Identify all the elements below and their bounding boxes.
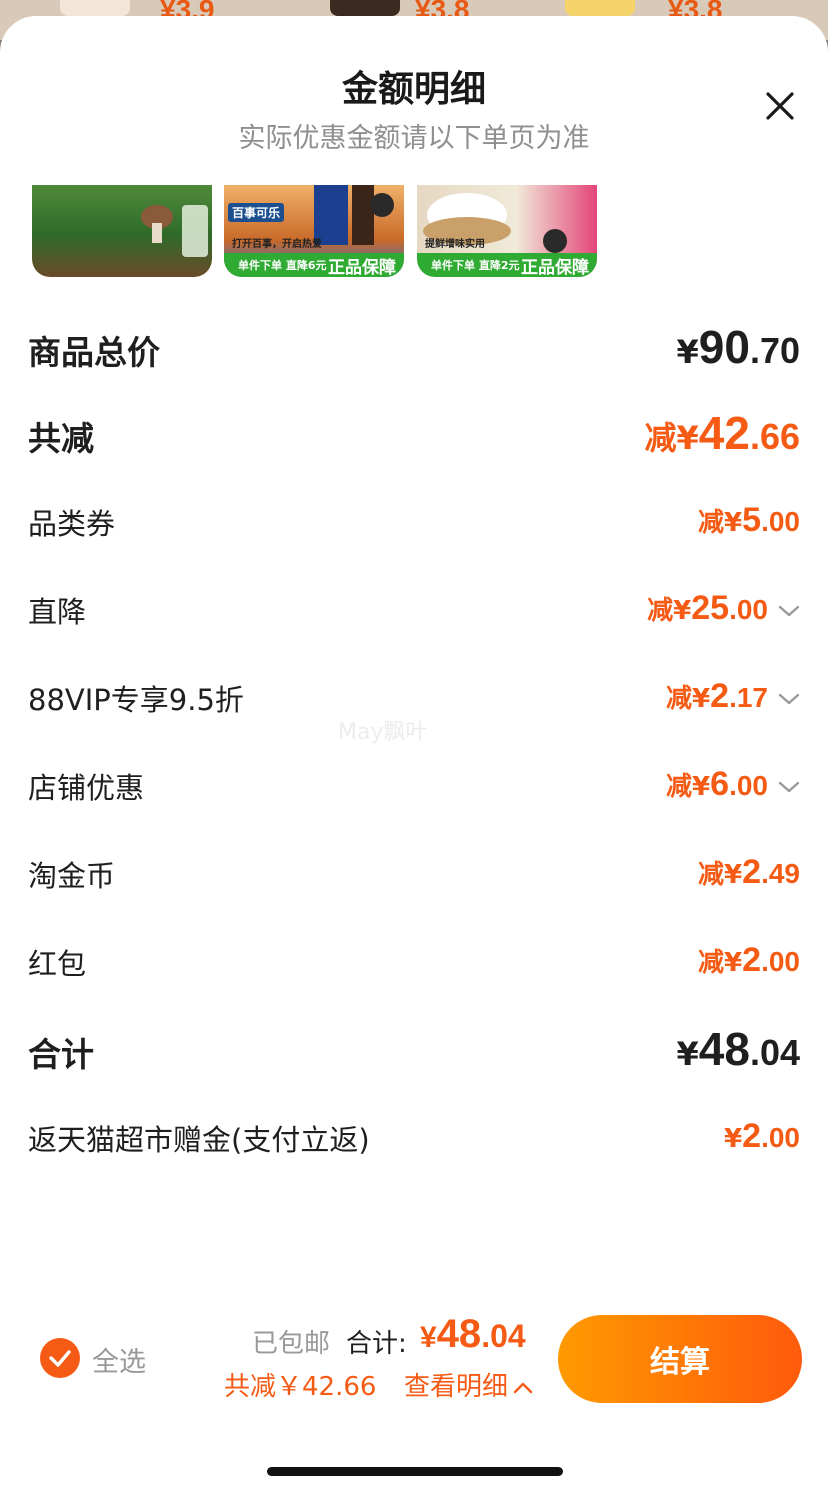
amount-decimal: .00 — [761, 506, 800, 537]
amount-integer: 2 — [742, 1117, 762, 1155]
chevron-down-icon[interactable] — [776, 689, 802, 709]
amount-integer: 2 — [710, 677, 730, 715]
genuine-guarantee-label: 正品保障 — [328, 258, 396, 277]
amount-integer: 90 — [698, 321, 750, 373]
currency-prefix: ¥ — [676, 333, 699, 371]
vip-discount-amount: 减¥2.17 — [666, 677, 768, 716]
checkmark-icon — [49, 1350, 71, 1367]
currency-prefix: 减¥ — [698, 948, 743, 978]
footer-total-amount: ¥48.04 — [420, 1312, 526, 1357]
promo-tag-text: 单件下单 直降2元 — [431, 259, 520, 272]
product-thumbnail[interactable] — [32, 185, 212, 277]
red-packet-label: 红包 — [28, 947, 87, 981]
amount-integer: 25 — [691, 589, 730, 627]
amount-decimal: .00 — [729, 770, 768, 801]
background-product-image — [565, 0, 635, 16]
checkout-bar: 全选 已包邮 合计: ¥48.04 共减￥42.66 查看明细 结算 — [0, 1300, 828, 1420]
amount-integer: 5 — [742, 501, 762, 539]
taojin-coins-label: 淘金币 — [28, 859, 116, 893]
product-thumbnails: 百事可乐 打开百事，开启热爱 单件下单 直降6元 正品保障 提鲜增味实用 单件下… — [32, 185, 812, 277]
currency-prefix: 减¥ — [698, 508, 743, 538]
amount-integer: 2 — [742, 941, 762, 979]
category-coupon-amount: 减¥5.00 — [698, 501, 800, 540]
amount-decimal: .17 — [729, 682, 768, 713]
vip-discount-label: 88VIP专享9.5折 — [28, 683, 244, 717]
direct-discount-amount: 减¥25.00 — [647, 589, 768, 628]
home-indicator[interactable] — [267, 1467, 563, 1476]
amount-decimal: .00 — [729, 594, 768, 625]
amount-decimal: .00 — [761, 946, 800, 977]
currency-prefix: 减¥ — [698, 860, 743, 890]
promo-tag: 单件下单 直降2元 正品保障 — [417, 253, 597, 277]
chevron-up-icon — [513, 1382, 533, 1393]
currency-prefix: 减¥ — [666, 684, 711, 714]
thumbnail-caption: 打开百事，开启热爱 — [232, 239, 322, 250]
select-all-label[interactable]: 全选 — [92, 1340, 146, 1379]
amount-integer: 6 — [710, 765, 730, 803]
rebate-label: 返天猫超市赠金(支付立返) — [28, 1123, 370, 1157]
amount-decimal: .00 — [761, 1122, 800, 1153]
store-discount-label: 店铺优惠 — [28, 771, 145, 805]
amount-integer: 48 — [698, 1023, 750, 1075]
mushroom-product-image — [141, 205, 208, 257]
footer-total-label: 合计: — [346, 1329, 407, 1359]
currency-prefix: ¥ — [724, 1124, 743, 1154]
amount-detail-sheet: 金额明细 实际优惠金额请以下单页为准 百事可乐 打开百事，开启热爱 单件下单 直… — [0, 16, 828, 1493]
sheet-subtitle: 实际优惠金额请以下单页为准 — [238, 123, 590, 154]
genuine-guarantee-label: 正品保障 — [521, 258, 589, 277]
currency-prefix: ¥ — [420, 1321, 437, 1354]
view-details-label: 查看明细 — [404, 1372, 509, 1402]
promo-tag: 单件下单 直降6元 正品保障 — [224, 253, 404, 277]
chevron-down-icon[interactable] — [776, 601, 802, 621]
background-product-image — [60, 0, 130, 16]
footer-discount-summary: 共减￥42.66 — [224, 1372, 377, 1402]
total-amount: ¥48.04 — [677, 1022, 800, 1076]
currency-prefix: ¥ — [676, 1035, 699, 1073]
sheet-title: 金额明细 — [341, 69, 486, 110]
product-thumbnail[interactable]: 百事可乐 打开百事，开启热爱 单件下单 直降6元 正品保障 — [224, 185, 404, 277]
taojin-coins-amount: 减¥2.49 — [698, 853, 800, 892]
subtotal-label: 商品总价 — [28, 333, 160, 372]
amount-integer: 2 — [742, 853, 762, 891]
currency-prefix: 减¥ — [647, 596, 692, 626]
amount-integer: 48 — [436, 1312, 482, 1356]
view-details-link[interactable]: 查看明细 — [404, 1366, 534, 1403]
amount-decimal: .70 — [749, 330, 800, 371]
total-discount-label: 共减 — [28, 419, 94, 458]
direct-discount-label: 直降 — [28, 595, 87, 629]
total-label: 合计 — [28, 1035, 94, 1074]
amount-decimal: .04 — [481, 1318, 526, 1354]
currency-prefix: 减¥ — [644, 419, 699, 457]
subtotal-amount: ¥90.70 — [677, 320, 800, 374]
select-all-checkbox[interactable] — [40, 1338, 80, 1378]
rebate-amount: ¥2.00 — [724, 1117, 800, 1156]
background-product-image — [330, 0, 400, 16]
store-discount-amount: 减¥6.00 — [666, 765, 768, 804]
amount-decimal: .04 — [749, 1032, 800, 1073]
category-coupon-label: 品类券 — [28, 507, 116, 541]
promo-tag-text: 单件下单 直降6元 — [238, 259, 327, 272]
product-thumbnail[interactable]: 提鲜增味实用 单件下单 直降2元 正品保障 — [417, 185, 597, 277]
brand-badge: 百事可乐 — [228, 203, 285, 222]
thumbnail-caption: 提鲜增味实用 — [425, 239, 485, 250]
red-packet-amount: 减¥2.00 — [698, 941, 800, 980]
amount-decimal: .49 — [761, 858, 800, 889]
amount-integer: 42 — [698, 407, 750, 459]
checkout-button[interactable]: 结算 — [558, 1315, 802, 1403]
total-discount-amount: 减¥42.66 — [645, 406, 801, 460]
amount-decimal: .66 — [749, 416, 800, 457]
close-icon[interactable] — [760, 86, 800, 126]
chevron-down-icon[interactable] — [776, 777, 802, 797]
currency-prefix: 减¥ — [666, 772, 711, 802]
free-shipping-label: 已包邮 — [252, 1329, 331, 1359]
watermark: May飘叶 — [338, 720, 428, 745]
